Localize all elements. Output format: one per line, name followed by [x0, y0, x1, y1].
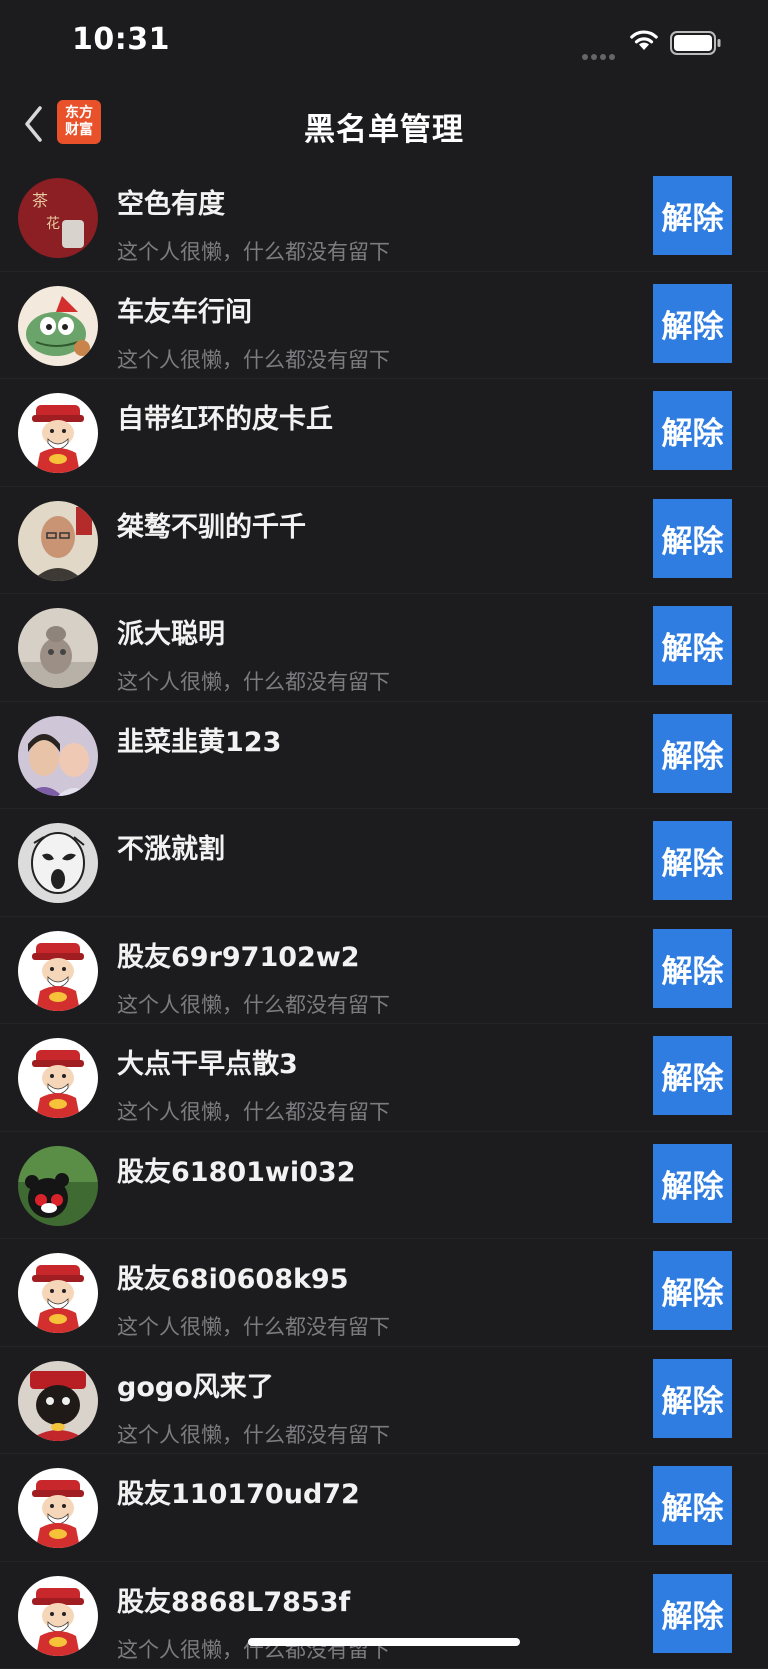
blacklist-row: gogo风来了 这个人很懒，什么都没有留下 解除 — [0, 1347, 768, 1455]
blacklist-row: 桀骜不驯的千千 解除 — [0, 487, 768, 595]
user-name: 车友车行间 — [117, 290, 252, 329]
home-indicator — [248, 1638, 520, 1646]
unblock-button[interactable]: 解除 — [653, 1251, 732, 1330]
avatar[interactable] — [18, 1468, 98, 1548]
avatar[interactable] — [18, 501, 98, 581]
avatar[interactable] — [18, 608, 98, 688]
user-name: 股友61801wi032 — [117, 1150, 356, 1189]
avatar[interactable] — [18, 1576, 98, 1656]
blacklist-row: 茶 花 空色有度 这个人很懒，什么都没有留下 解除 — [0, 164, 768, 272]
user-signature: 这个人很懒，什么都没有留下 — [117, 344, 390, 374]
user-signature: 这个人很懒，什么都没有留下 — [117, 1096, 390, 1126]
unblock-button[interactable]: 解除 — [653, 821, 732, 900]
user-name: 股友8868L7853f — [117, 1580, 350, 1619]
wifi-icon — [628, 28, 660, 52]
user-name: 股友69r97102w2 — [117, 935, 360, 974]
blacklist: 茶 花 空色有度 这个人很懒，什么都没有留下 解除 车友车行间 这个人很懒，什么… — [0, 164, 768, 1669]
avatar[interactable]: 茶 花 — [18, 178, 98, 258]
user-name: 空色有度 — [117, 182, 225, 221]
avatar[interactable] — [18, 1361, 98, 1441]
avatar[interactable] — [18, 1038, 98, 1118]
user-signature: 这个人很懒，什么都没有留下 — [117, 1419, 390, 1449]
unblock-button[interactable]: 解除 — [653, 714, 732, 793]
avatar[interactable] — [18, 716, 98, 796]
cellular-signal-icon — [582, 45, 618, 64]
user-signature: 这个人很懒，什么都没有留下 — [117, 989, 390, 1019]
user-signature: 这个人很懒，什么都没有留下 — [117, 236, 390, 266]
user-name: 派大聪明 — [117, 612, 225, 651]
blacklist-row: 股友68i0608k95 这个人很懒，什么都没有留下 解除 — [0, 1239, 768, 1347]
avatar[interactable] — [18, 286, 98, 366]
unblock-button[interactable]: 解除 — [653, 1036, 732, 1115]
blacklist-row: 股友61801wi032 解除 — [0, 1132, 768, 1240]
avatar[interactable] — [18, 823, 98, 903]
blacklist-row: 股友69r97102w2 这个人很懒，什么都没有留下 解除 — [0, 917, 768, 1025]
blacklist-row: 车友车行间 这个人很懒，什么都没有留下 解除 — [0, 272, 768, 380]
user-name: 股友110170ud72 — [117, 1472, 360, 1511]
unblock-button[interactable]: 解除 — [653, 606, 732, 685]
avatar[interactable] — [18, 931, 98, 1011]
battery-icon — [670, 31, 722, 55]
svg-text:茶: 茶 — [32, 191, 48, 210]
avatar[interactable] — [18, 393, 98, 473]
user-name: 大点干早点散3 — [117, 1042, 298, 1081]
user-signature: 这个人很懒，什么都没有留下 — [117, 666, 390, 696]
status-bar: 10:31 — [0, 0, 768, 88]
avatar[interactable] — [18, 1146, 98, 1226]
user-name: gogo风来了 — [117, 1365, 274, 1404]
user-signature: 这个人很懒，什么都没有留下 — [117, 1311, 390, 1341]
unblock-button[interactable]: 解除 — [653, 929, 732, 1008]
avatar[interactable] — [18, 1253, 98, 1333]
unblock-button[interactable]: 解除 — [653, 1466, 732, 1545]
blacklist-row: 股友110170ud72 解除 — [0, 1454, 768, 1562]
status-time: 10:31 — [72, 22, 170, 57]
unblock-button[interactable]: 解除 — [653, 284, 732, 363]
blacklist-row: 大点干早点散3 这个人很懒，什么都没有留下 解除 — [0, 1024, 768, 1132]
blacklist-row: 派大聪明 这个人很懒，什么都没有留下 解除 — [0, 594, 768, 702]
unblock-button[interactable]: 解除 — [653, 1574, 732, 1653]
blacklist-row: 不涨就割 解除 — [0, 809, 768, 917]
unblock-button[interactable]: 解除 — [653, 176, 732, 255]
unblock-button[interactable]: 解除 — [653, 391, 732, 470]
user-name: 自带红环的皮卡丘 — [117, 397, 333, 436]
blacklist-row: 股友8868L7853f 这个人很懒，什么都没有留下 解除 — [0, 1562, 768, 1669]
user-name: 股友68i0608k95 — [117, 1257, 349, 1296]
unblock-button[interactable]: 解除 — [653, 1359, 732, 1438]
page-title: 黑名单管理 — [0, 104, 768, 149]
blacklist-row: 自带红环的皮卡丘 解除 — [0, 379, 768, 487]
unblock-button[interactable]: 解除 — [653, 1144, 732, 1223]
unblock-button[interactable]: 解除 — [653, 499, 732, 578]
nav-bar: 东方 财富 黑名单管理 — [0, 88, 768, 164]
blacklist-row: 韭菜韭黄123 解除 — [0, 702, 768, 810]
user-name: 桀骜不驯的千千 — [117, 505, 306, 544]
user-name: 不涨就割 — [117, 827, 225, 866]
svg-text:花: 花 — [46, 216, 60, 232]
user-name: 韭菜韭黄123 — [117, 720, 281, 759]
